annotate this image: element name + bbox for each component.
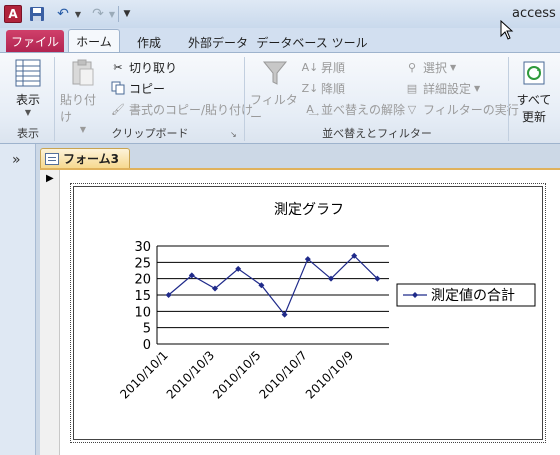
record-selector[interactable] bbox=[40, 170, 60, 455]
undo-dropdown-icon[interactable]: ▼ bbox=[74, 5, 82, 23]
copy-icon bbox=[110, 80, 126, 96]
sort-descending-label: 降順 bbox=[321, 81, 346, 96]
save-icon[interactable] bbox=[28, 5, 46, 23]
view-button[interactable]: 表示 ▼ bbox=[8, 57, 48, 117]
cut-button[interactable]: ✂ 切り取り bbox=[110, 58, 177, 76]
sort-filter-group-label: 並べ替えとフィルター bbox=[322, 127, 432, 140]
y-tick-label: 15 bbox=[134, 289, 151, 304]
y-tick-label: 0 bbox=[143, 338, 151, 353]
nav-pane-toggle-icon[interactable]: » bbox=[12, 152, 21, 168]
refresh-all-label-2: 更新 bbox=[521, 110, 546, 124]
chart-control[interactable]: 測定グラフ 0 5 10 15 20 25 30 2010/10/1 2010/10/3 2010/… bbox=[70, 183, 546, 443]
group-divider bbox=[244, 57, 245, 141]
selection-dropdown-icon: ▼ bbox=[450, 62, 457, 72]
legend-label: 測定値の合計 bbox=[431, 288, 515, 304]
x-tick-label: 2010/10/7 bbox=[257, 348, 310, 401]
tab-external-data[interactable]: 外部データ bbox=[182, 32, 254, 52]
tab-file[interactable]: ファイル bbox=[6, 30, 64, 52]
view-button-label: 表示 bbox=[15, 93, 40, 107]
ribbon: 表示 ▼ 表示 貼り付け ▼ ✂ 切り取り コピー 🖌 書式のコピー/貼り付け … bbox=[0, 52, 560, 144]
toggle-filter-button[interactable]: ▽ フィルターの実行 bbox=[404, 100, 519, 118]
series-line bbox=[168, 254, 378, 316]
clipboard-launcher-icon[interactable]: ↘ bbox=[230, 130, 237, 139]
copy-label: コピー bbox=[129, 81, 166, 96]
format-painter-button[interactable]: 🖌 書式のコピー/貼り付け bbox=[110, 100, 253, 118]
group-divider bbox=[508, 57, 509, 141]
undo-icon[interactable]: ↶ bbox=[52, 5, 74, 23]
redo-icon[interactable]: ↷ bbox=[88, 5, 108, 23]
remove-sort-button[interactable]: A͢ 並べ替えの解除 bbox=[302, 100, 405, 118]
filter-button-label: フィルター bbox=[250, 93, 298, 124]
paste-button[interactable]: 貼り付け ▼ bbox=[60, 57, 106, 134]
title-bar: A ↶ ▼ ↷ ▼ ▼ access Ⅰ bbox=[0, 0, 560, 28]
view-group-label: 表示 bbox=[17, 127, 39, 140]
x-tick-label: 2010/10/3 bbox=[164, 348, 217, 401]
y-tick-label: 20 bbox=[134, 273, 151, 288]
clipboard-group-label: クリップボード bbox=[111, 127, 189, 140]
datasheet-view-icon bbox=[13, 57, 43, 89]
document-tab-form3[interactable]: フォーム3 bbox=[40, 148, 130, 168]
chart-title: 測定グラフ bbox=[274, 202, 344, 218]
advanced-filter-label: 詳細設定 bbox=[423, 81, 472, 96]
advanced-filter-icon: ▤ bbox=[406, 81, 418, 95]
tab-home[interactable]: ホーム bbox=[68, 29, 120, 53]
y-tick-label: 5 bbox=[143, 322, 151, 337]
form-icon bbox=[45, 152, 59, 165]
remove-sort-label: 並べ替えの解除 bbox=[321, 102, 406, 117]
refresh-icon bbox=[519, 57, 549, 89]
paste-icon bbox=[68, 57, 98, 89]
format-painter-icon: 🖌 bbox=[111, 102, 125, 116]
view-dropdown-icon: ▼ bbox=[24, 108, 32, 117]
y-tick-label: 30 bbox=[134, 240, 151, 255]
access-app-icon[interactable]: A bbox=[4, 5, 22, 23]
copy-button[interactable]: コピー bbox=[110, 79, 165, 97]
line-chart: 測定グラフ0510152025302010/10/12010/10/32010/… bbox=[117, 202, 536, 402]
paste-button-label: 貼り付け bbox=[60, 93, 97, 124]
toggle-filter-label: フィルターの実行 bbox=[423, 102, 519, 117]
sort-descending-button[interactable]: Z↓ 降順 bbox=[302, 79, 345, 97]
advanced-filter-button[interactable]: ▤ 詳細設定 ▼ bbox=[404, 79, 480, 97]
tab-database-tools[interactable]: データベース ツール bbox=[256, 32, 367, 52]
mouse-cursor-icon bbox=[500, 20, 514, 40]
remove-sort-icon: A͢ bbox=[306, 102, 314, 116]
advanced-dropdown-icon: ▼ bbox=[474, 83, 481, 93]
navigation-pane-collapsed[interactable] bbox=[0, 144, 36, 455]
selection-label: 選択 bbox=[423, 60, 448, 75]
tab-create[interactable]: 作成 bbox=[128, 32, 170, 52]
current-record-arrow-icon: ▶ bbox=[46, 173, 54, 184]
y-tick-label: 10 bbox=[134, 305, 151, 320]
sort-ascending-icon: A↓ bbox=[301, 60, 319, 74]
sort-descending-icon: Z↓ bbox=[301, 81, 319, 95]
window-title: access Ⅰ bbox=[512, 6, 560, 21]
document-tab-label: フォーム3 bbox=[63, 152, 119, 166]
y-tick-label: 25 bbox=[134, 256, 151, 271]
refresh-all-label-1: すべて bbox=[516, 93, 552, 107]
x-tick-label: 2010/10/5 bbox=[210, 348, 263, 401]
scissors-icon: ✂ bbox=[113, 60, 123, 74]
x-tick-label: 2010/10/1 bbox=[117, 348, 170, 401]
selection-filter-icon: ⚲ bbox=[407, 60, 417, 74]
group-divider bbox=[54, 57, 55, 141]
filter-funnel-icon bbox=[260, 57, 290, 89]
format-painter-label: 書式のコピー/貼り付け bbox=[129, 102, 254, 117]
sort-ascending-button[interactable]: A↓ 昇順 bbox=[302, 58, 345, 76]
sort-ascending-label: 昇順 bbox=[321, 60, 346, 75]
filter-button[interactable]: フィルター bbox=[250, 57, 300, 125]
refresh-all-button[interactable]: すべて 更新 bbox=[514, 57, 554, 125]
cut-label: 切り取り bbox=[129, 60, 178, 75]
selection-button[interactable]: ⚲ 選択 ▼ bbox=[404, 58, 456, 76]
customize-toolbar-icon[interactable]: ▼ bbox=[122, 5, 132, 23]
redo-dropdown-icon[interactable]: ▼ bbox=[108, 5, 116, 23]
toolbar-divider bbox=[118, 6, 119, 22]
toggle-filter-icon: ▽ bbox=[407, 102, 417, 116]
x-tick-label: 2010/10/9 bbox=[303, 348, 356, 401]
